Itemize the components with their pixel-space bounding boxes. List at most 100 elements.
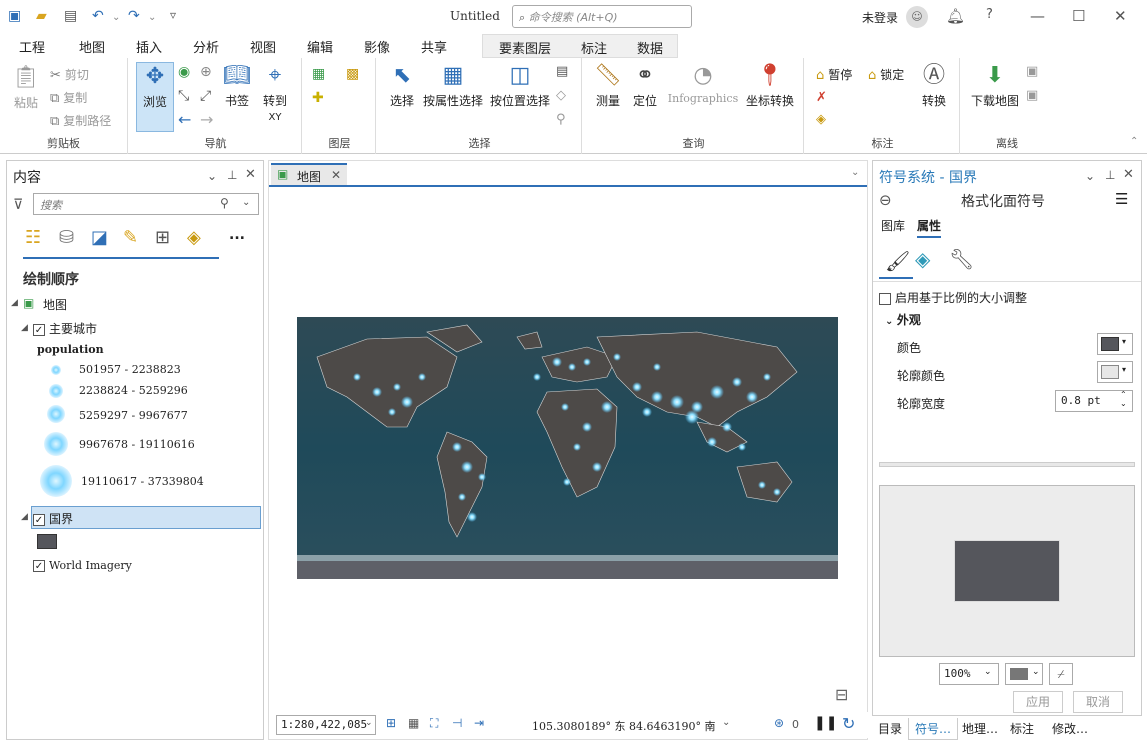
close-window-icon[interactable]: ✕	[1114, 7, 1127, 25]
measure-button[interactable]: 📏︎ 测量	[590, 62, 626, 109]
scale-selector[interactable]: 1:280,422,085 ⌄	[276, 715, 376, 735]
layer-borders[interactable]: ✓ 国界	[33, 510, 73, 527]
fixed-zoom-out-icon[interactable]: ⤢	[200, 88, 211, 104]
tab-view[interactable]: 视图	[250, 37, 276, 56]
new-project-icon[interactable]: ▣	[8, 8, 21, 24]
select-button[interactable]: ⬉ 选择	[384, 62, 420, 109]
pane-options-icon[interactable]: ⌄	[1085, 169, 1095, 183]
download-map-button[interactable]: ⬇ 下载地图	[966, 62, 1024, 109]
collapse-ribbon-icon[interactable]: ⌃	[1130, 136, 1138, 147]
tab-imagery[interactable]: 影像	[364, 37, 390, 56]
basemap-icon[interactable]: ▦	[312, 66, 325, 82]
legend-symbol-5[interactable]	[40, 465, 72, 497]
remove-offline-icon[interactable]: ▣	[1026, 88, 1038, 103]
add-preset-icon[interactable]: ✚	[312, 90, 324, 106]
tab-project[interactable]: 工程	[19, 37, 45, 56]
refresh-icon[interactable]: ↻	[842, 714, 855, 733]
tab-data[interactable]: 数据	[637, 38, 663, 57]
tab-symbology[interactable]: 符号…	[908, 718, 959, 740]
cities-visibility-checkbox[interactable]: ✓	[33, 323, 45, 336]
next-extent-icon[interactable]: →	[200, 110, 213, 129]
close-pane-icon[interactable]: ✕	[245, 167, 256, 182]
appearance-section[interactable]: ⌄ 外观	[885, 311, 921, 328]
save-icon[interactable]: ▤	[64, 8, 77, 24]
map-view-tab[interactable]: ▣ 地图 ✕	[271, 163, 347, 185]
copy-path-button[interactable]: ⧉ 复制路径	[50, 112, 111, 129]
locate-button[interactable]: ⚭ 定位	[630, 62, 660, 109]
borders-visibility-checkbox[interactable]: ✓	[33, 513, 45, 526]
redo-icon[interactable]: ↷	[128, 8, 140, 24]
splitter-handle[interactable]	[879, 462, 1135, 467]
search-dropdown-icon[interactable]: ⌄	[242, 197, 250, 208]
pin-icon[interactable]: ⊥	[227, 168, 237, 182]
label-options-icon[interactable]: ◈	[816, 112, 826, 127]
tab-analysis[interactable]: 分析	[193, 37, 219, 56]
pane-options-icon[interactable]: ⌄	[207, 169, 217, 183]
clear-selection-icon[interactable]: ◇	[556, 88, 566, 103]
pin-icon[interactable]: ⊥	[1105, 168, 1115, 182]
selected-features-icon[interactable]: ⊛	[774, 716, 784, 730]
fill-color-picker[interactable]: ▾	[1097, 333, 1133, 355]
symbol-brush-icon[interactable]: 🖌︎	[885, 249, 910, 273]
undo-icon[interactable]: ↶	[92, 8, 104, 24]
customize-toolbar-icon[interactable]: ▿	[170, 8, 176, 22]
world-map-canvas[interactable]	[297, 317, 838, 579]
close-map-tab-icon[interactable]: ✕	[331, 168, 341, 182]
expand-cities-icon[interactable]: ◢	[21, 323, 28, 333]
tab-gallery[interactable]: 图库	[881, 217, 905, 234]
notification-bell-icon[interactable]: 🔔︎	[946, 7, 965, 25]
tab-edit[interactable]: 编辑	[307, 37, 333, 56]
legend-symbol-3[interactable]	[47, 405, 65, 423]
undo-dropdown-icon[interactable]: ⌄	[112, 12, 120, 23]
snapping-options-icon[interactable]: ⇥	[474, 716, 484, 730]
preview-background-select[interactable]: ⌄	[1005, 663, 1043, 685]
tab-map[interactable]: 地图	[79, 37, 106, 60]
layer-imagery[interactable]: ✓ World Imagery	[33, 559, 132, 572]
imagery-visibility-checkbox[interactable]: ✓	[33, 560, 45, 572]
list-by-source-icon[interactable]: ⛁	[59, 227, 74, 248]
open-folder-icon[interactable]: ▰	[36, 8, 47, 24]
borders-symbol-swatch[interactable]	[37, 534, 57, 549]
tab-list-dropdown-icon[interactable]: ⌄	[851, 167, 859, 178]
zoom-to-selection-icon[interactable]: ⚲	[556, 112, 566, 127]
coordinate-format-dropdown-icon[interactable]: ⌄	[722, 717, 730, 728]
list-by-drawing-order-icon[interactable]: ☷	[25, 227, 41, 248]
zoom-to-layer-icon[interactable]: ⊕	[200, 64, 212, 80]
pause-drawing-icon[interactable]: ❚❚	[814, 715, 837, 731]
outline-width-input[interactable]: 0.8 pt ⌃ ⌄	[1055, 390, 1133, 412]
preview-zoom-select[interactable]: 100% ⌄	[939, 663, 999, 685]
list-by-selection-icon[interactable]: ◪	[91, 227, 108, 248]
legend-symbol-2[interactable]	[49, 384, 63, 398]
convert-labels-button[interactable]: Ⓐ 转换	[916, 62, 952, 109]
goto-xy-button[interactable]: ⌖ 转到 XY	[258, 62, 292, 123]
tab-catalog[interactable]: 目录	[872, 718, 908, 739]
wrench-icon[interactable]: 🔧︎	[949, 247, 974, 271]
contents-search-input[interactable]: 搜索 ⚲ ⌄	[33, 193, 259, 215]
cut-button[interactable]: ✂ 剪切	[50, 66, 89, 83]
minimize-icon[interactable]: —	[1030, 7, 1045, 25]
redo-dropdown-icon[interactable]: ⌄	[148, 12, 156, 23]
tab-label-class[interactable]: 标注	[1004, 718, 1040, 739]
list-by-labeling-icon[interactable]: ◈	[187, 227, 201, 248]
expand-borders-icon[interactable]: ◢	[21, 512, 28, 522]
infographics-button[interactable]: ◔ Infographics	[664, 62, 742, 105]
tab-properties[interactable]: 属性	[917, 217, 942, 238]
select-by-attributes-button[interactable]: ▦ 按属性选择	[422, 62, 484, 109]
attributes-icon[interactable]: ▤	[556, 64, 568, 79]
command-search-input[interactable]: ⌕ 命令搜索 (Alt+Q)	[512, 5, 692, 28]
tab-labeling[interactable]: 标注	[581, 38, 607, 57]
constraints-icon[interactable]: ⛶	[430, 716, 438, 731]
sign-in-status[interactable]: 未登录	[862, 9, 898, 26]
back-icon[interactable]: ⊖	[879, 191, 892, 209]
no-background-icon[interactable]: ⌿	[1049, 663, 1073, 685]
help-icon[interactable]: ?	[986, 7, 993, 22]
copy-button[interactable]: ⧉ 复制	[50, 89, 87, 106]
correction-icon[interactable]: ⊣	[452, 716, 462, 730]
tab-insert[interactable]: 插入	[136, 37, 162, 56]
expand-map-icon[interactable]: ◢	[11, 298, 18, 308]
legend-symbol-1[interactable]	[51, 365, 61, 375]
fixed-zoom-in-icon[interactable]: ⤡	[178, 88, 189, 104]
scale-based-sizing-option[interactable]: 启用基于比例的大小调整	[879, 289, 1027, 306]
convert-coordinates-button[interactable]: 📍︎ 坐标转换	[744, 62, 796, 109]
scale-based-sizing-checkbox[interactable]	[879, 292, 891, 305]
